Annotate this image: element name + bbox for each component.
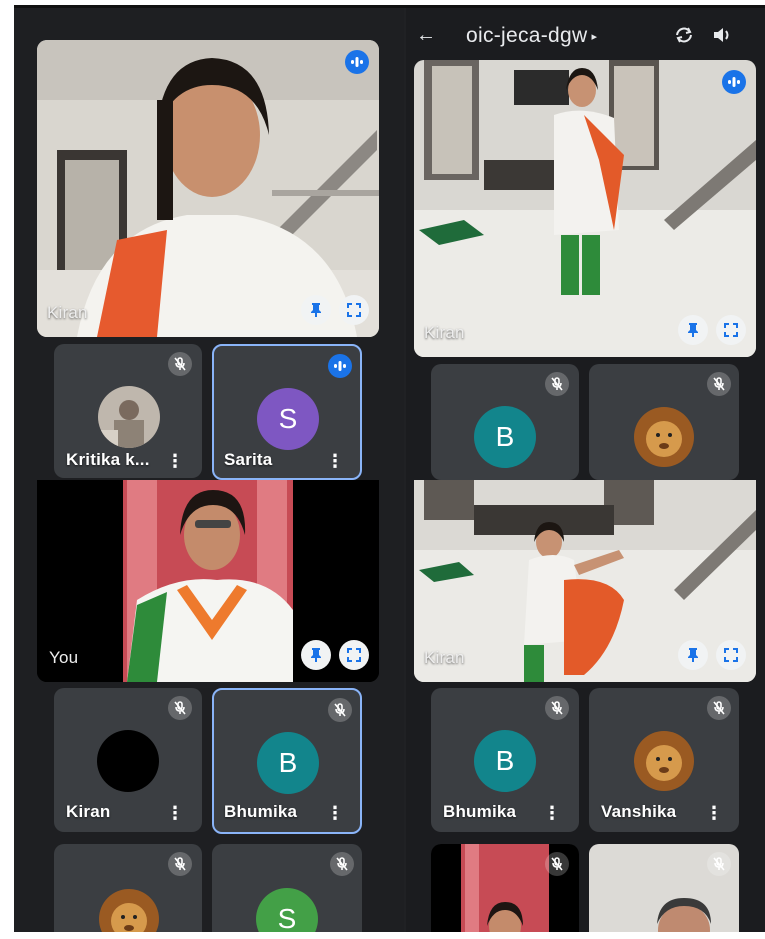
- mic-off-icon: [707, 852, 731, 876]
- avatar: B: [474, 730, 536, 792]
- participant-name: Kiran: [424, 648, 465, 667]
- more-options-icon[interactable]: ⋮: [326, 452, 344, 470]
- participant-name: Bhumika: [224, 802, 298, 821]
- switch-camera-icon[interactable]: [674, 26, 694, 44]
- mic-off-icon: [168, 696, 192, 720]
- meet-screenshot: Kiran Kritika k... ⋮ S Sarita ⋮ You Kira…: [14, 8, 765, 932]
- participant-tile-bhumika[interactable]: B Bhumika ⋮: [212, 688, 362, 834]
- participant-name: Kiran: [424, 323, 465, 342]
- video-tile-you[interactable]: You: [37, 480, 379, 682]
- participant-tile[interactable]: S: [212, 844, 362, 932]
- participant-tile-b[interactable]: B: [431, 364, 579, 480]
- avatar: S: [257, 388, 319, 450]
- video-tile-kiran[interactable]: Kiran: [414, 60, 756, 357]
- participant-name: Bhumika: [443, 802, 517, 821]
- avatar: [97, 730, 159, 792]
- right-grid: ← oic-jeca-dgw ▸ Kiran B Kiran B Bhumika…: [406, 8, 765, 932]
- video-feed: [414, 60, 756, 357]
- pin-icon[interactable]: [678, 315, 708, 345]
- participant-name: Kritika k...: [66, 450, 150, 469]
- speaking-indicator-icon: [345, 50, 369, 74]
- video-tile[interactable]: [431, 844, 579, 932]
- participant-name: Kiran: [66, 802, 111, 821]
- pin-icon[interactable]: [301, 640, 331, 670]
- fullscreen-icon[interactable]: [339, 295, 369, 325]
- pin-icon[interactable]: [301, 295, 331, 325]
- mic-off-icon: [328, 698, 352, 722]
- fullscreen-icon[interactable]: [339, 640, 369, 670]
- mic-off-icon: [707, 372, 731, 396]
- meeting-header: ← oic-jeca-dgw ▸: [406, 20, 765, 60]
- participant-tile-kiran[interactable]: Kiran ⋮: [54, 688, 202, 832]
- mic-off-icon: [545, 852, 569, 876]
- speaking-indicator-icon: [722, 70, 746, 94]
- participant-tile-vanshika[interactable]: Vanshika ⋮: [589, 688, 739, 832]
- participant-tile-bhumika[interactable]: B Bhumika ⋮: [431, 688, 579, 832]
- participant-tile-sarita[interactable]: S Sarita ⋮: [212, 344, 362, 480]
- avatar: B: [474, 406, 536, 468]
- volume-icon[interactable]: [712, 26, 732, 44]
- participant-name: Kiran: [47, 303, 88, 322]
- participant-name: Sarita: [224, 450, 273, 469]
- more-options-icon[interactable]: ⋮: [326, 804, 344, 822]
- participant-name: You: [49, 648, 79, 667]
- fullscreen-icon[interactable]: [716, 315, 746, 345]
- mic-off-icon: [545, 696, 569, 720]
- more-options-icon[interactable]: ⋮: [543, 804, 561, 822]
- mic-off-icon: [330, 852, 354, 876]
- lion-avatar: [98, 888, 160, 932]
- participant-tile[interactable]: [54, 844, 202, 932]
- participant-tile-lion[interactable]: [589, 364, 739, 480]
- avatar: [98, 386, 160, 448]
- fullscreen-icon[interactable]: [716, 640, 746, 670]
- arrow-back-icon[interactable]: ←: [416, 24, 436, 47]
- avatar: B: [257, 732, 319, 794]
- mic-off-icon: [545, 372, 569, 396]
- left-grid: Kiran Kritika k... ⋮ S Sarita ⋮ You Kira…: [14, 8, 404, 932]
- meeting-title[interactable]: oic-jeca-dgw ▸: [466, 24, 597, 48]
- avatar: S: [256, 888, 318, 932]
- participant-tile-kritika[interactable]: Kritika k... ⋮: [54, 344, 202, 478]
- video-tile[interactable]: [589, 844, 739, 932]
- video-tile-kiran[interactable]: Kiran: [414, 480, 756, 682]
- speaking-indicator-icon: [328, 354, 352, 378]
- lion-avatar: [633, 406, 695, 468]
- more-options-icon[interactable]: ⋮: [705, 804, 723, 822]
- pin-icon[interactable]: [678, 640, 708, 670]
- video-tile-kiran[interactable]: Kiran: [37, 40, 379, 337]
- mic-off-icon: [168, 852, 192, 876]
- more-options-icon[interactable]: ⋮: [166, 452, 184, 470]
- mic-off-icon: [707, 696, 731, 720]
- mic-off-icon: [168, 352, 192, 376]
- video-feed: [37, 40, 379, 337]
- lion-avatar: [633, 730, 695, 792]
- more-options-icon[interactable]: ⋮: [166, 804, 184, 822]
- participant-name: Vanshika: [601, 802, 677, 821]
